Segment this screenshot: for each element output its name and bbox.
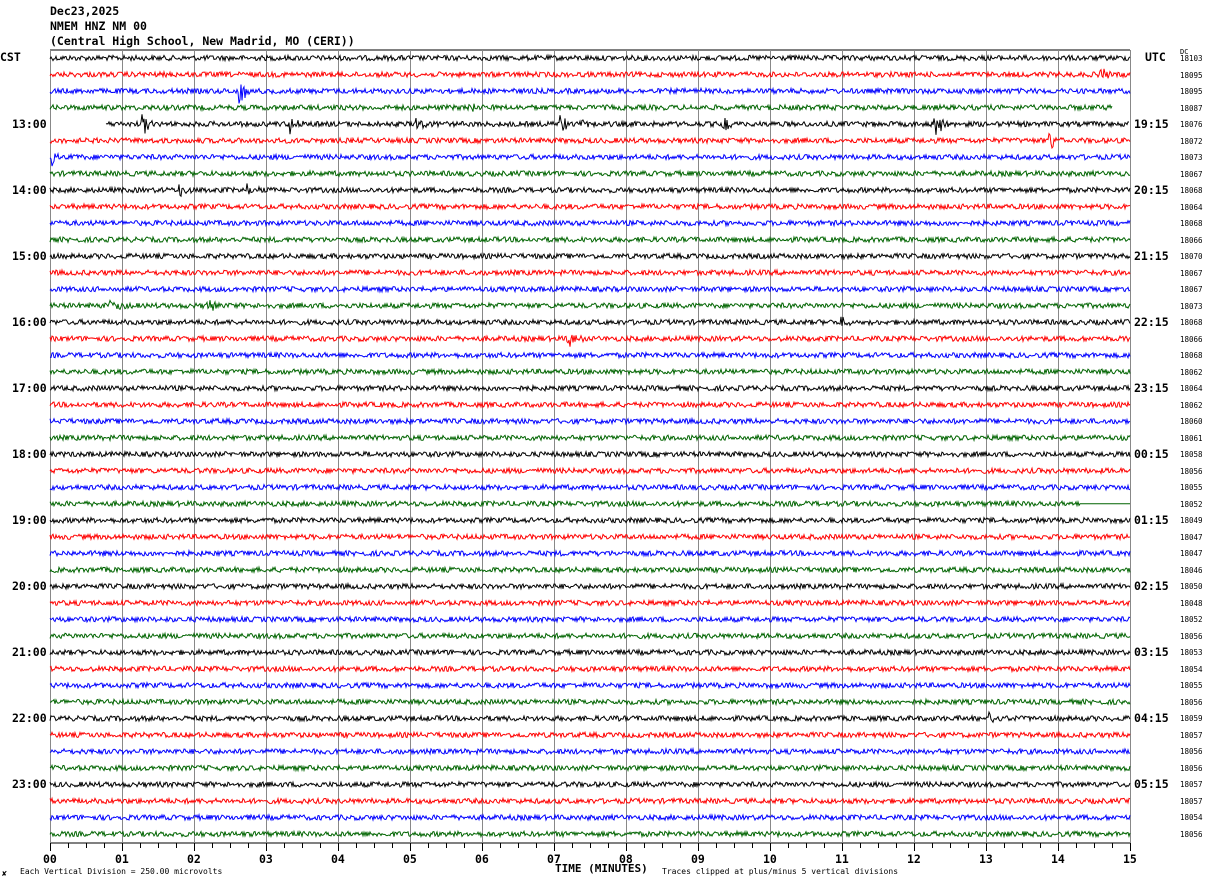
trace-row-21 <box>49 400 1131 410</box>
trace-row-24 <box>49 449 1131 459</box>
trace-row-29 <box>49 532 1131 542</box>
trace-row-4 <box>105 114 1130 135</box>
trace-row-37 <box>49 664 1131 674</box>
trace-row-8 <box>49 183 1131 198</box>
trace-row-13 <box>49 268 1131 278</box>
trace-row-14 <box>49 284 1131 294</box>
trace-row-19 <box>49 367 1131 377</box>
trace-row-44 <box>49 780 1131 789</box>
trace-row-33 <box>49 598 1130 608</box>
trace-row-1 <box>49 68 1131 79</box>
trace-row-23 <box>49 433 1131 443</box>
trace-row-15 <box>49 299 1131 311</box>
clip-note: Traces clipped at plus/minus 5 vertical … <box>662 867 899 876</box>
trace-row-10 <box>49 218 1131 228</box>
trace-row-6 <box>49 152 1131 167</box>
trace-row-31 <box>49 565 1131 575</box>
trace-row-30 <box>49 548 1131 558</box>
corner-mark-icon: ✘ <box>2 869 7 878</box>
helicorder-plot <box>49 49 1131 851</box>
trace-row-5 <box>49 132 1131 150</box>
trace-row-34 <box>49 614 1131 624</box>
trace-row-45 <box>49 796 1131 806</box>
trace-row-40 <box>49 710 1131 724</box>
trace-row-0 <box>49 53 1131 63</box>
trace-row-9 <box>49 202 1131 211</box>
trace-row-41 <box>49 730 1131 740</box>
trace-row-2 <box>49 84 1131 104</box>
trace-row-46 <box>49 812 1131 822</box>
trace-row-27 <box>49 499 1130 509</box>
trace-row-3 <box>49 103 1113 112</box>
trace-row-39 <box>50 697 1131 707</box>
scale-note: Each Vertical Division = 250.00 microvol… <box>20 867 223 876</box>
trace-row-7 <box>49 169 1131 179</box>
trace-row-20 <box>49 383 1131 393</box>
trace-row-42 <box>49 746 1131 756</box>
trace-row-18 <box>49 350 1131 360</box>
x-axis-title: TIME (MINUTES) <box>555 862 648 875</box>
trace-row-28 <box>49 515 1131 525</box>
trace-row-43 <box>49 763 1131 773</box>
trace-row-25 <box>49 466 1131 476</box>
trace-row-32 <box>49 581 1131 591</box>
trace-row-35 <box>49 631 1131 641</box>
trace-row-38 <box>49 680 1131 690</box>
trace-row-16 <box>49 316 1131 327</box>
trace-row-36 <box>49 647 1131 657</box>
trace-row-12 <box>49 251 1131 261</box>
trace-row-17 <box>49 334 1131 347</box>
trace-row-11 <box>49 235 1131 244</box>
trace-row-26 <box>49 482 1131 492</box>
trace-row-47 <box>49 829 1131 839</box>
trace-row-22 <box>49 416 1131 426</box>
